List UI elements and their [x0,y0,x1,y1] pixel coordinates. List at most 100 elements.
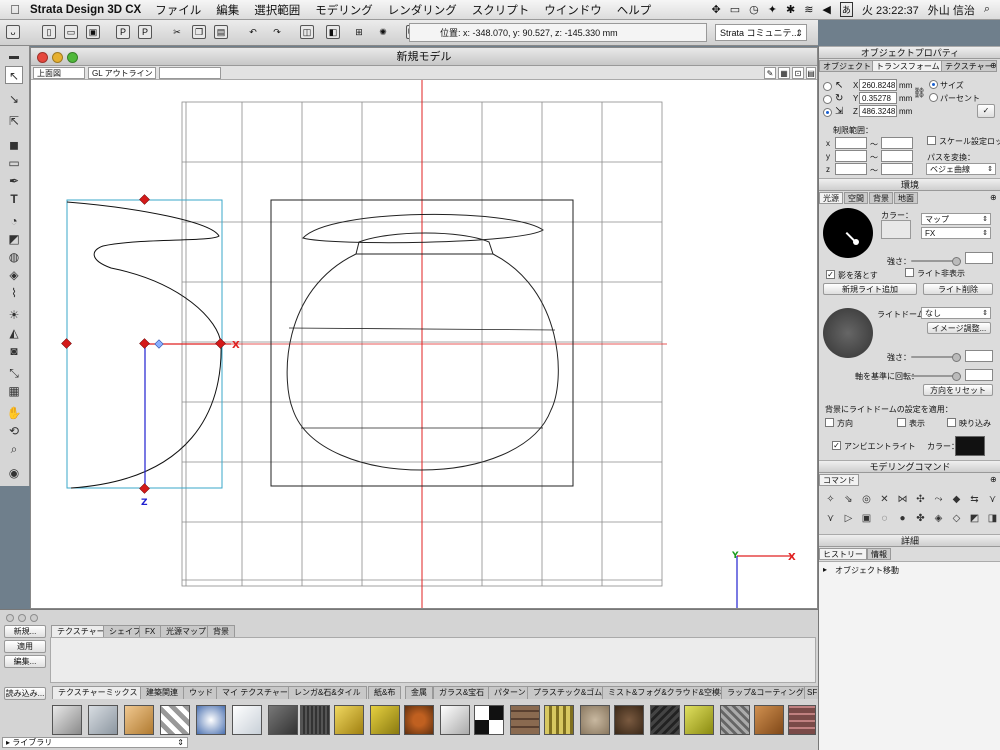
clock[interactable]: 火 23:22:37 [862,2,919,18]
light-dome-sphere[interactable] [823,308,873,358]
delete-light-button[interactable]: ライト削除 [923,283,993,295]
percent-radio[interactable] [929,93,938,102]
z-value-field[interactable]: 486.3248 [859,105,897,117]
render-ps-icon[interactable]: P [138,25,152,39]
close-window-button[interactable] [37,52,48,63]
light-strength-slider[interactable] [911,257,961,266]
light-dome-select[interactable]: なし [921,307,991,319]
texture-swatch[interactable] [232,705,262,735]
texture-swatch[interactable] [754,705,784,735]
open-folder-icon[interactable]: ▭ [64,25,78,39]
view-layers-icon[interactable]: ▤ [806,67,816,79]
menu-file[interactable]: ファイル [155,2,201,18]
frame-icon[interactable]: ◫ [300,25,314,39]
tab-env-background[interactable]: 背景 [869,192,893,204]
texture-swatch[interactable] [650,705,680,735]
rotate-view-icon[interactable]: ⟲ [5,422,23,440]
deform-icon[interactable]: ⌇ [5,284,23,302]
texture-swatch[interactable] [268,705,298,735]
limit-x-max-field[interactable] [881,137,913,149]
bug-icon[interactable]: ✺ [376,25,390,39]
ambient-color-swatch[interactable] [955,436,985,456]
vase-lid-outline[interactable] [302,213,544,244]
texture-swatch[interactable] [788,705,816,735]
move-mode-radio[interactable] [823,82,832,91]
texture-swatch[interactable] [52,705,82,735]
align-icon[interactable]: ⊞ [352,25,366,39]
cast-shadow-checkbox[interactable]: ✓ [826,270,835,279]
menu-rendering[interactable]: レンダリング [388,2,457,18]
command-icon[interactable]: ◎ [861,494,872,505]
history-item[interactable]: オブジェクト移動 [835,565,899,576]
link-chain-icon[interactable]: ⛓ [913,88,926,99]
command-icon[interactable]: ✧ [825,494,836,505]
tab-transform[interactable]: トランスフォーム [872,60,944,72]
light-strength-field[interactable] [965,252,993,264]
light-map-select[interactable]: マップ [921,213,991,225]
direction-checkbox[interactable] [825,418,834,427]
light-fx-select[interactable]: FX [921,227,991,239]
rotate-axis-field[interactable] [965,369,993,381]
size-radio[interactable] [929,80,938,89]
view-tool-pen-icon[interactable]: ✎ [764,67,776,79]
texture-swatch[interactable] [614,705,644,735]
save-icon[interactable]: ▣ [86,25,100,39]
select-arrow-icon[interactable]: ↖ [5,66,23,84]
render-mode-select[interactable]: GL アウトライン [88,67,156,79]
command-icon[interactable]: ◨ [987,513,998,524]
lib-tab-plastic-rubber[interactable]: プラスチック&ゴム [527,686,609,699]
command-icon[interactable]: ◈ [933,513,944,524]
command-icon[interactable]: ● [897,513,908,524]
view-fit-icon[interactable]: ⊡ [792,67,804,79]
tab-commands[interactable]: コマンド [819,474,859,486]
commands-menu-icon[interactable]: ⊕ [990,475,997,484]
command-icon[interactable]: ⤳ [933,494,944,505]
texture-swatch[interactable] [404,705,434,735]
viewport-svg[interactable]: X Z X Y [31,80,817,608]
vase-body-outline[interactable] [286,253,559,471]
view-select[interactable]: 上面図 [33,67,85,79]
tab-info[interactable]: 情報 [867,548,891,560]
texture-swatch[interactable] [160,705,190,735]
tab-history[interactable]: ヒストリー [819,548,867,560]
spotlight-icon[interactable]: ⌕ [984,3,990,16]
paste-icon[interactable]: ▤ [214,25,228,39]
display-icon[interactable]: ▭ [730,3,740,16]
texture-swatch[interactable] [474,705,504,735]
hand-pan-icon[interactable]: ✋ [5,404,23,422]
tab-texture-props[interactable]: テクスチャー [941,60,997,72]
command-icon[interactable]: ⋈ [897,494,908,505]
tab-space[interactable]: 空間 [844,192,868,204]
lathe-icon[interactable]: ◔ [5,212,23,230]
strata-icon[interactable]: ✦ [768,3,777,16]
app-menu[interactable]: Strata Design 3D CX [30,4,141,16]
extrude-icon[interactable]: ◩ [5,230,23,248]
command-icon[interactable]: ⇆ [969,494,980,505]
rotate-axis-slider[interactable] [911,372,961,381]
viewport-canvas[interactable]: X Z X Y [31,80,817,608]
measure-icon[interactable]: ⤡ [5,364,23,382]
zoom-icon[interactable]: ⌕ [5,440,23,458]
display-checkbox[interactable] [897,418,906,427]
render-camera-icon[interactable]: ◉ [5,464,23,482]
camera-icon[interactable]: ◙ [5,342,23,360]
texture-swatch[interactable] [684,705,714,735]
tab-light[interactable]: 光源 [819,192,843,204]
dropbox-icon[interactable]: ✥ [712,3,721,16]
spot-light-icon[interactable]: ◭ [5,324,23,342]
view-zoom-slider[interactable] [159,67,221,79]
menu-selection[interactable]: 選択範囲 [254,2,300,18]
lib-tab-brick-stone-tile[interactable]: レンガ&石&タイル [288,686,367,699]
load-texture-button[interactable]: 読み込み... [4,687,46,700]
subselect-arrow-icon[interactable]: ↘ [5,90,23,108]
cut-icon[interactable]: ✂ [170,25,184,39]
command-icon[interactable]: ▣ [861,513,872,524]
time-machine-icon[interactable]: ◷ [749,3,759,16]
text-tool-icon[interactable]: T [5,190,23,208]
image-adjust-button[interactable]: イメージ調整... [927,322,991,334]
menu-modeling[interactable]: モデリング [315,2,373,18]
environment-menu-icon[interactable]: ⊕ [990,193,997,202]
path-convert-select[interactable]: ベジェ曲線 [926,163,996,175]
command-icon[interactable]: ✕ [879,494,890,505]
dome-strength-slider[interactable] [911,353,961,362]
